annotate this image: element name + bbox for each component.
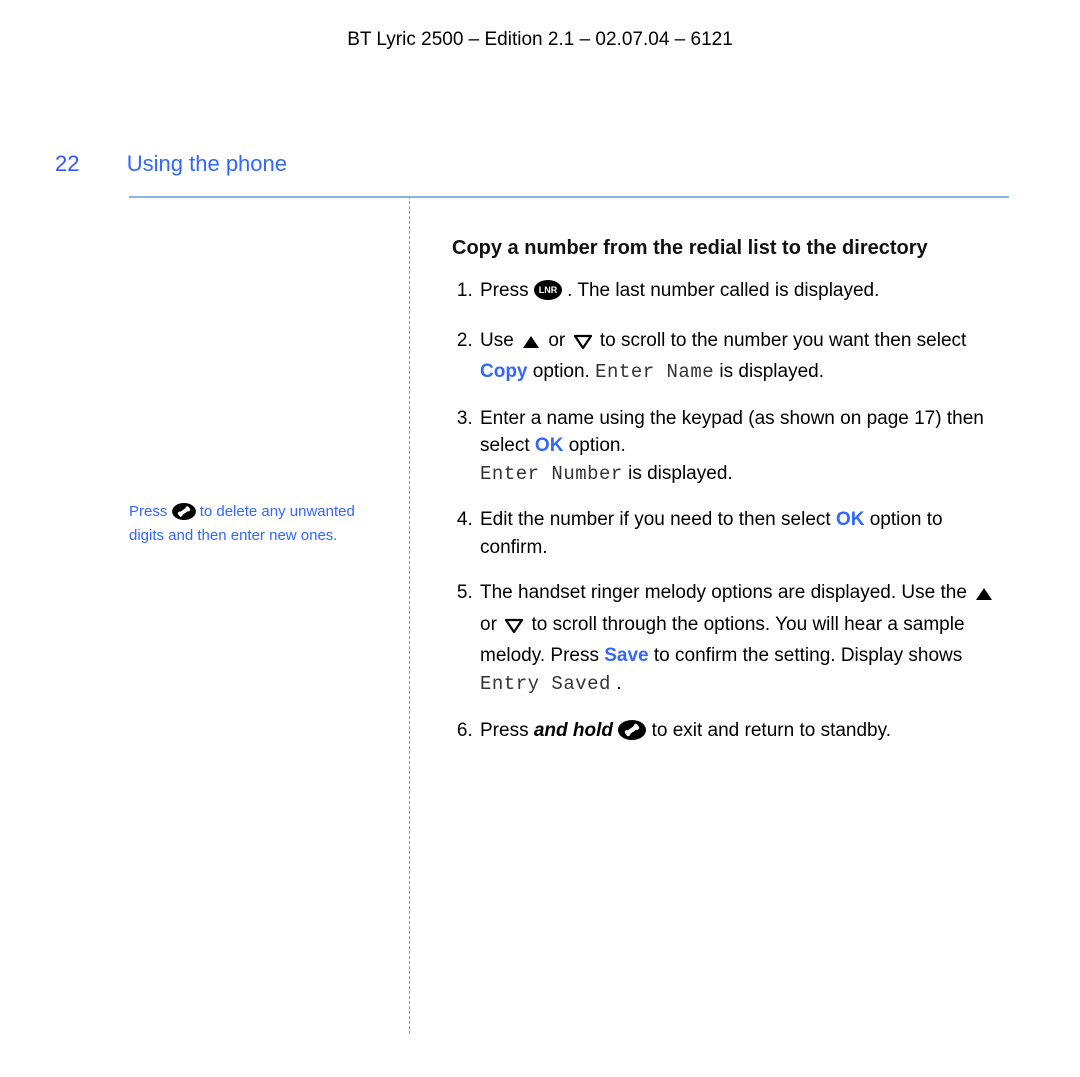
lcd-entry-saved: Entry Saved xyxy=(480,673,611,695)
end-call-icon xyxy=(172,503,196,526)
main-content: Copy a number from the redial list to th… xyxy=(452,234,998,766)
step-1-text-a: Press xyxy=(480,280,534,301)
lcd-enter-name: Enter Name xyxy=(595,361,714,383)
step-6: Press and hold to exit and return to sta… xyxy=(478,717,998,749)
page-number: 22 xyxy=(55,148,79,180)
step-4-text-a: Edit the number if you need to then sele… xyxy=(480,509,836,530)
step-2-text-a: Use xyxy=(480,330,519,351)
step-3-text-b: option. xyxy=(569,435,626,456)
step-5-text-a: The handset ringer melody options are di… xyxy=(480,582,972,603)
step-4: Edit the number if you need to then sele… xyxy=(478,506,998,561)
step-2-text-d: is displayed. xyxy=(719,361,824,382)
step-2: Use or to scroll to the number you want … xyxy=(478,327,998,387)
step-2-text-b: to scroll to the number you want then se… xyxy=(600,330,966,351)
step-1: Press . The last number called is displa… xyxy=(478,277,998,309)
and-hold-emphasis: and hold xyxy=(534,720,613,741)
step-5: The handset ringer melody options are di… xyxy=(478,579,998,698)
step-6-text-a: Press xyxy=(480,720,534,741)
margin-note: Press to delete any unwanted digits and … xyxy=(129,502,391,547)
vertical-divider xyxy=(409,196,410,1034)
step-3-text-c: is displayed. xyxy=(628,463,733,484)
end-call-icon xyxy=(618,720,646,749)
step-2-or: or xyxy=(548,330,570,351)
down-arrow-icon xyxy=(571,331,595,359)
section-title: Using the phone xyxy=(127,148,287,180)
step-1-text-b: . The last number called is displayed. xyxy=(567,280,879,301)
step-3: Enter a name using the keypad (as shown … xyxy=(478,405,998,489)
lcd-enter-number: Enter Number xyxy=(480,463,623,485)
step-6-text-b: to exit and return to standby. xyxy=(652,720,891,741)
ok-option-label: OK xyxy=(535,435,564,456)
up-arrow-icon xyxy=(972,583,996,611)
step-2-text-c: option. xyxy=(533,361,595,382)
copy-option-label: Copy xyxy=(480,361,528,382)
margin-note-text-before: Press xyxy=(129,503,172,520)
document-header: BT Lyric 2500 – Edition 2.1 – 02.07.04 –… xyxy=(0,0,1080,54)
lnr-button-icon xyxy=(534,280,562,309)
save-option-label: Save xyxy=(604,645,648,666)
step-5-text-c: to confirm the setting. Display shows xyxy=(654,645,962,666)
down-arrow-icon xyxy=(502,615,526,643)
manual-page: BT Lyric 2500 – Edition 2.1 – 02.07.04 –… xyxy=(0,0,1080,1077)
up-arrow-icon xyxy=(519,331,543,359)
step-5-text-d: . xyxy=(616,673,621,694)
procedure-steps: Press . The last number called is displa… xyxy=(452,277,998,748)
procedure-heading: Copy a number from the redial list to th… xyxy=(452,234,998,263)
horizontal-rule xyxy=(129,196,1009,198)
step-5-or: or xyxy=(480,614,502,635)
ok-option-label-2: OK xyxy=(836,509,865,530)
section-label-row: 22 Using the phone xyxy=(0,148,1080,180)
